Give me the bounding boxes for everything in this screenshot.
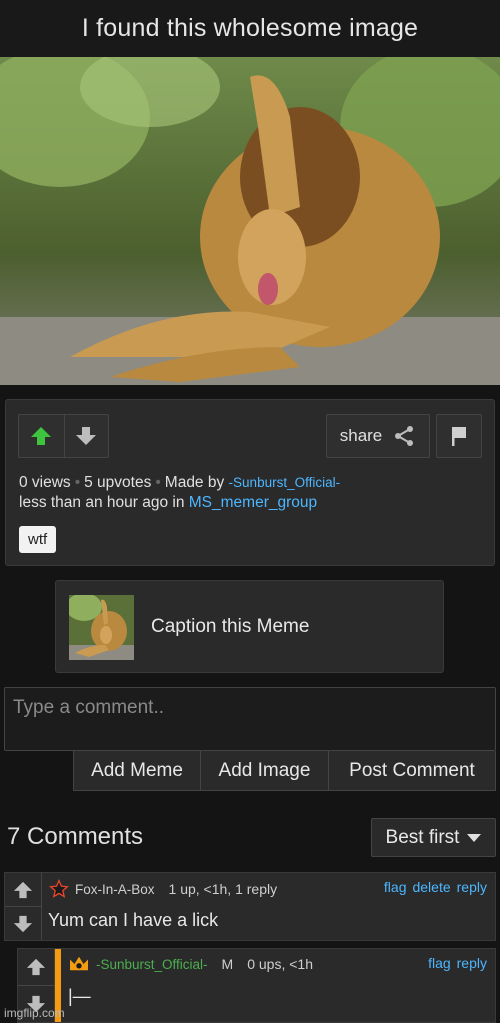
post-meta-time: less than an hour ago in MS_memer_group xyxy=(19,494,317,512)
made-by-label: Made by xyxy=(164,474,225,491)
comment-upvote-button[interactable] xyxy=(18,949,54,985)
post-title-bar: I found this wholesome image xyxy=(0,0,500,57)
comment-username[interactable]: Fox-In-A-Box xyxy=(75,882,155,897)
comment-downvote-button[interactable] xyxy=(5,906,41,940)
comment-username[interactable]: -Sunburst_Official- xyxy=(96,957,208,972)
comment: Fox-In-A-Box 1 up, <1h, 1 reply flag del… xyxy=(4,872,496,941)
comment-text: |— xyxy=(68,986,91,1006)
comment-input[interactable] xyxy=(4,687,496,751)
reply-link[interactable]: reply xyxy=(457,879,487,895)
meme-image[interactable] xyxy=(0,57,500,385)
comment-text: Yum can I have a lick xyxy=(48,910,219,930)
comment-meta: 0 ups, <1h xyxy=(247,956,313,972)
delete-link[interactable]: delete xyxy=(412,879,450,895)
comment-vote-group xyxy=(5,873,42,940)
mod-badge: M xyxy=(221,956,234,972)
downvote-button[interactable] xyxy=(63,415,109,457)
crown-icon xyxy=(70,956,88,971)
lion-thumbnail xyxy=(69,595,134,660)
comment-actions-links: flag reply xyxy=(428,955,487,971)
sort-dropdown[interactable]: Best first xyxy=(371,818,496,857)
arrow-down-icon xyxy=(76,427,97,445)
upvote-button[interactable] xyxy=(19,415,64,457)
flag-icon xyxy=(452,427,466,446)
tag-badge[interactable]: wtf xyxy=(19,526,57,553)
share-icon xyxy=(395,426,414,446)
post-comment-button[interactable]: Post Comment xyxy=(329,751,496,791)
caption-label: Caption this Meme xyxy=(151,616,310,637)
comment-header: Fox-In-A-Box 1 up, <1h, 1 reply xyxy=(49,879,277,899)
caption-thumbnail xyxy=(69,595,134,660)
comment-header: -Sunburst_Official- M 0 ups, <1h xyxy=(68,955,313,973)
arrow-up-icon xyxy=(26,958,46,976)
add-meme-button[interactable]: Add Meme xyxy=(73,751,201,791)
arrow-down-icon xyxy=(13,915,33,932)
author-link[interactable]: -Sunburst_Official- xyxy=(229,475,341,490)
lion-image xyxy=(0,57,500,385)
post-title: I found this wholesome image xyxy=(81,14,419,42)
share-button[interactable]: share xyxy=(326,414,430,458)
caret-down-icon xyxy=(467,833,482,842)
post-meta-stats: 0 views • 5 upvotes • Made by -Sunburst_Offi… xyxy=(19,474,341,491)
views-count: 0 views xyxy=(19,474,71,491)
sort-label: Best first xyxy=(385,826,460,848)
imgflip-watermark: imgflip.com xyxy=(4,1006,65,1020)
upvotes-count: 5 upvotes xyxy=(84,474,152,491)
flag-link[interactable]: flag xyxy=(384,879,407,895)
star-icon xyxy=(49,879,69,898)
post-vote-group xyxy=(18,414,109,458)
arrow-up-icon xyxy=(13,881,33,898)
comments-count: 7 Comments xyxy=(7,823,144,850)
post-time: less than an hour ago in xyxy=(19,494,185,511)
flag-link[interactable]: flag xyxy=(428,955,451,971)
comment-meta: 1 up, <1h, 1 reply xyxy=(168,881,278,897)
comment-reply: -Sunburst_Official- M 0 ups, <1h flag re… xyxy=(17,948,496,1023)
caption-this-meme-button[interactable]: Caption this Meme xyxy=(55,580,444,673)
stream-link[interactable]: MS_memer_group xyxy=(189,494,317,511)
share-label: share xyxy=(339,426,383,445)
comment-upvote-button[interactable] xyxy=(5,873,41,906)
reply-link[interactable]: reply xyxy=(457,955,487,971)
flag-post-button[interactable] xyxy=(436,414,482,458)
comment-actions-links: flag delete reply xyxy=(384,879,487,895)
add-image-button[interactable]: Add Image xyxy=(201,751,329,791)
arrow-up-icon xyxy=(31,427,52,445)
post-info-card: share 0 views • 5 upvotes • Made by -Sunburs… xyxy=(5,399,495,566)
comment-actions: Add Meme Add Image Post Comment xyxy=(73,751,496,791)
